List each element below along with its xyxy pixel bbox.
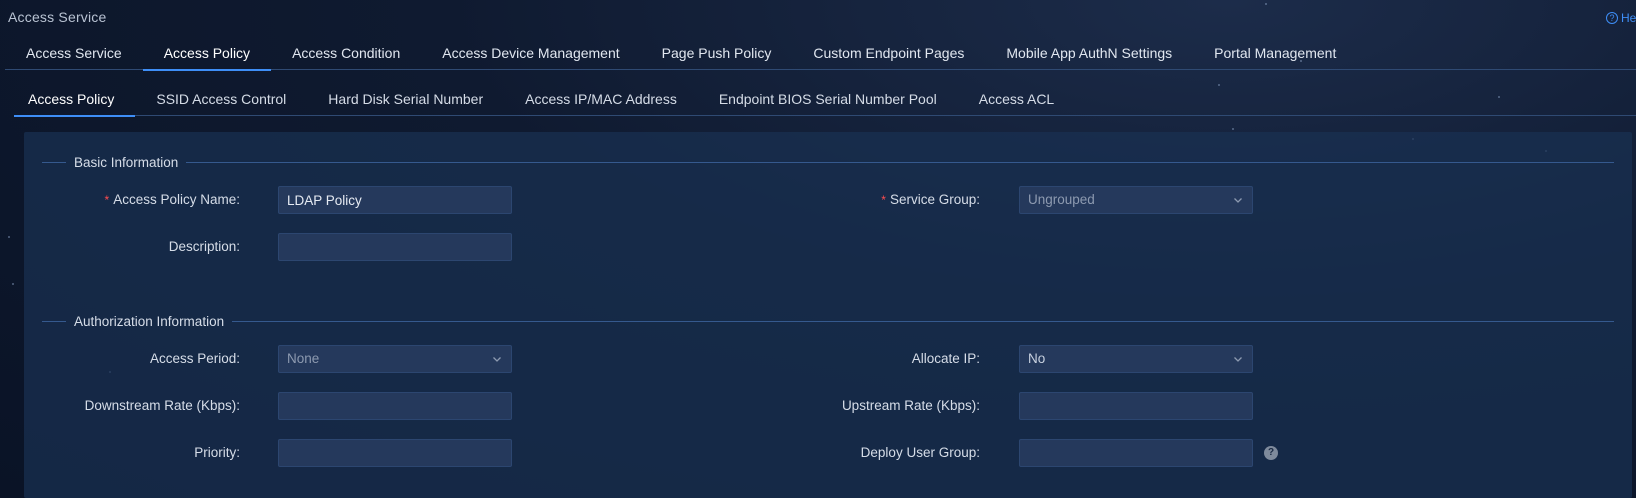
subtab-hard-disk-serial-number[interactable]: Hard Disk Serial Number: [307, 82, 504, 116]
description-label: Description:: [168, 239, 240, 254]
subtab-endpoint-bios-serial-number-pool[interactable]: Endpoint BIOS Serial Number Pool: [698, 82, 958, 116]
upstream-rate-label: Upstream Rate (Kbps):: [841, 398, 980, 413]
access-period-value: None: [287, 351, 320, 366]
help-question-icon[interactable]: ?: [1264, 446, 1278, 460]
tab-portal-management[interactable]: Portal Management: [1193, 36, 1357, 70]
policy-name-label: * Access Policy Name:: [104, 192, 240, 207]
policy-name-input[interactable]: [278, 186, 512, 214]
subtab-access-policy[interactable]: Access Policy: [14, 82, 136, 117]
chevron-down-icon: [493, 357, 501, 362]
tab-access-condition[interactable]: Access Condition: [271, 36, 421, 70]
service-group-select[interactable]: Ungrouped: [1019, 186, 1253, 214]
deploy-user-group-input[interactable]: [1019, 439, 1253, 467]
secondary-tabs: Access Policy SSID Access Control Hard D…: [14, 82, 1636, 117]
chevron-down-icon: [1234, 198, 1242, 203]
primary-tabs: Access Service Access Policy Access Cond…: [5, 36, 1636, 71]
allocate-ip-select[interactable]: No: [1019, 345, 1253, 373]
allocate-ip-label: Allocate IP:: [911, 351, 980, 366]
required-marker: *: [881, 193, 886, 207]
deploy-user-group-label: Deploy User Group:: [860, 445, 980, 460]
policy-form-panel: Basic Information *Access Policy Name: *…: [24, 132, 1632, 498]
help-icon: ?: [1606, 12, 1618, 24]
basic-info-title: Basic Information: [74, 154, 179, 170]
required-marker: *: [104, 193, 110, 207]
tab-page-push-policy[interactable]: Page Push Policy: [641, 36, 793, 70]
downstream-rate-label: Downstream Rate (Kbps):: [84, 398, 240, 413]
tab-access-service[interactable]: Access Service: [5, 36, 143, 70]
downstream-rate-input[interactable]: [278, 392, 512, 420]
subtab-access-ip-mac-address[interactable]: Access IP/MAC Address: [504, 82, 698, 116]
tab-mobile-app-authn-settings[interactable]: Mobile App AuthN Settings: [985, 36, 1193, 70]
service-group-value: Ungrouped: [1028, 192, 1095, 207]
app-title: Access Service: [8, 9, 107, 25]
tab-access-device-management[interactable]: Access Device Management: [421, 36, 640, 70]
priority-input[interactable]: [278, 439, 512, 467]
description-input[interactable]: [278, 233, 512, 261]
help-link[interactable]: ? Help: [1606, 11, 1636, 25]
help-label: Help: [1621, 11, 1636, 25]
service-group-label: * Service Group:: [881, 192, 980, 207]
top-bar: Access Service ? Help: [0, 0, 1636, 34]
access-period-label: Access Period:: [149, 351, 240, 366]
allocate-ip-value: No: [1028, 351, 1046, 366]
tab-custom-endpoint-pages[interactable]: Custom Endpoint Pages: [792, 36, 985, 70]
auth-info-title: Authorization Information: [74, 313, 225, 329]
access-period-select[interactable]: None: [278, 345, 512, 373]
subtab-access-acl[interactable]: Access ACL: [958, 82, 1075, 116]
basic-info-header: Basic Information: [42, 152, 1614, 172]
upstream-rate-input[interactable]: [1019, 392, 1253, 420]
priority-label: Priority:: [194, 445, 240, 460]
chevron-down-icon: [1234, 357, 1242, 362]
subtab-ssid-access-control[interactable]: SSID Access Control: [135, 82, 307, 116]
auth-info-header: Authorization Information: [42, 311, 1614, 331]
tab-access-policy[interactable]: Access Policy: [142, 36, 272, 71]
